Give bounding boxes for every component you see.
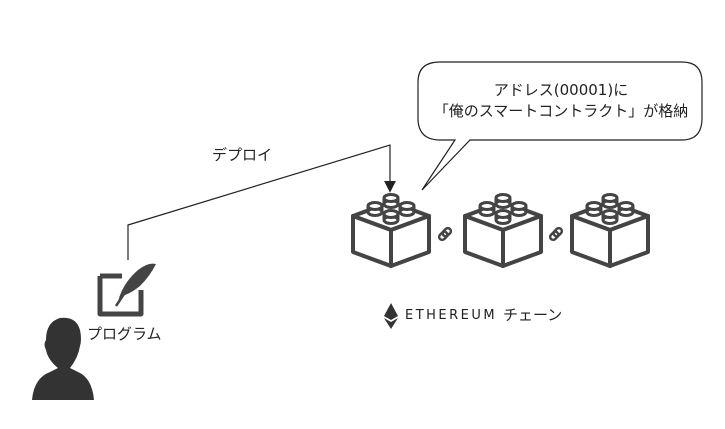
user-icon [32,317,94,400]
ethereum-diamond-icon [384,303,398,329]
deploy-label: デプロイ [212,146,273,164]
program-label: プログラム [87,325,162,343]
chain-brand-label: ETHEREUM [405,308,498,323]
chain-link-icon [547,225,565,243]
bubble-line-1: アドレス(00001)に [493,81,629,99]
quill-edit-icon [97,263,156,317]
block-icon [570,192,650,268]
bubble-line-2: 「俺のスマートコントラクト」が格納 [433,102,689,120]
diagram-canvas [32,61,703,400]
chain-suffix-label: チェーン [503,306,563,324]
block-icon [463,192,543,268]
block-icon [351,192,431,268]
chain-link-icon [436,225,454,243]
